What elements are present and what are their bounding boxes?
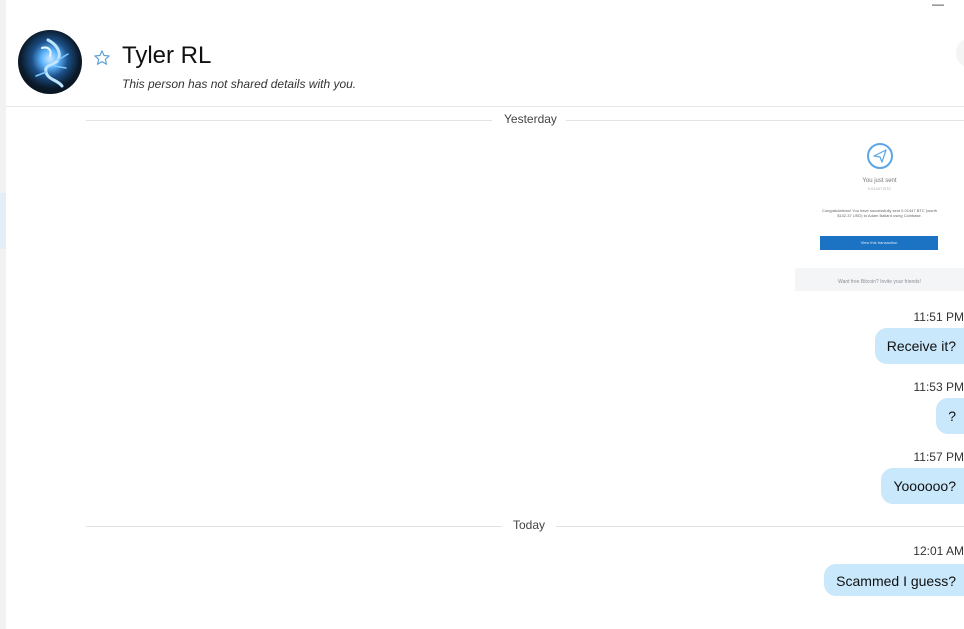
- separator-line: [86, 526, 502, 527]
- message-time: 11:57 PM: [913, 450, 964, 464]
- minimize-button[interactable]: —: [928, 0, 948, 12]
- separator-label: Yesterday: [504, 112, 557, 126]
- separator-label: Today: [513, 518, 546, 532]
- contact-subtitle: This person has not shared details with …: [122, 77, 357, 91]
- dragon-avatar-image: [35, 38, 69, 88]
- selected-conversation-highlight: [0, 193, 6, 249]
- view-transaction-button: View this transaction: [820, 236, 938, 250]
- attachment-footer: Want free Bitcoin? Invite your friends!: [795, 268, 964, 291]
- message-bubble[interactable]: ?: [936, 398, 964, 434]
- message-time: 12:01 AM: [913, 544, 964, 558]
- header-action-button[interactable]: [956, 38, 964, 68]
- day-separator-yesterday: Yesterday: [86, 112, 964, 128]
- attachment-body: Congratulations! You have successfully s…: [822, 208, 937, 218]
- attachment-title: You just sent: [862, 178, 897, 184]
- day-separator-today: Today: [86, 518, 964, 534]
- message-bubble[interactable]: Yoooooo?: [881, 468, 964, 504]
- contact-name: Tyler RL: [122, 42, 212, 69]
- favorite-star-icon[interactable]: [93, 49, 111, 67]
- paper-plane-icon: [867, 143, 893, 169]
- separator-line: [566, 120, 964, 121]
- header-divider: [6, 106, 964, 107]
- message-bubble[interactable]: Scammed I guess?: [824, 564, 964, 596]
- message-time: 11:53 PM: [913, 380, 964, 394]
- image-attachment[interactable]: You just sent 0.01447 BTC Congratulation…: [795, 134, 964, 291]
- avatar[interactable]: [18, 30, 82, 94]
- message-time: 11:51 PM: [913, 310, 964, 324]
- separator-line: [556, 526, 964, 527]
- attachment-amount: 0.01447 BTC: [867, 186, 892, 191]
- message-bubble[interactable]: Receive it?: [874, 328, 964, 364]
- separator-line: [86, 120, 492, 121]
- left-pane-edge: [0, 0, 6, 629]
- attachment-footer-text: Want free Bitcoin? Invite your friends!: [838, 279, 921, 285]
